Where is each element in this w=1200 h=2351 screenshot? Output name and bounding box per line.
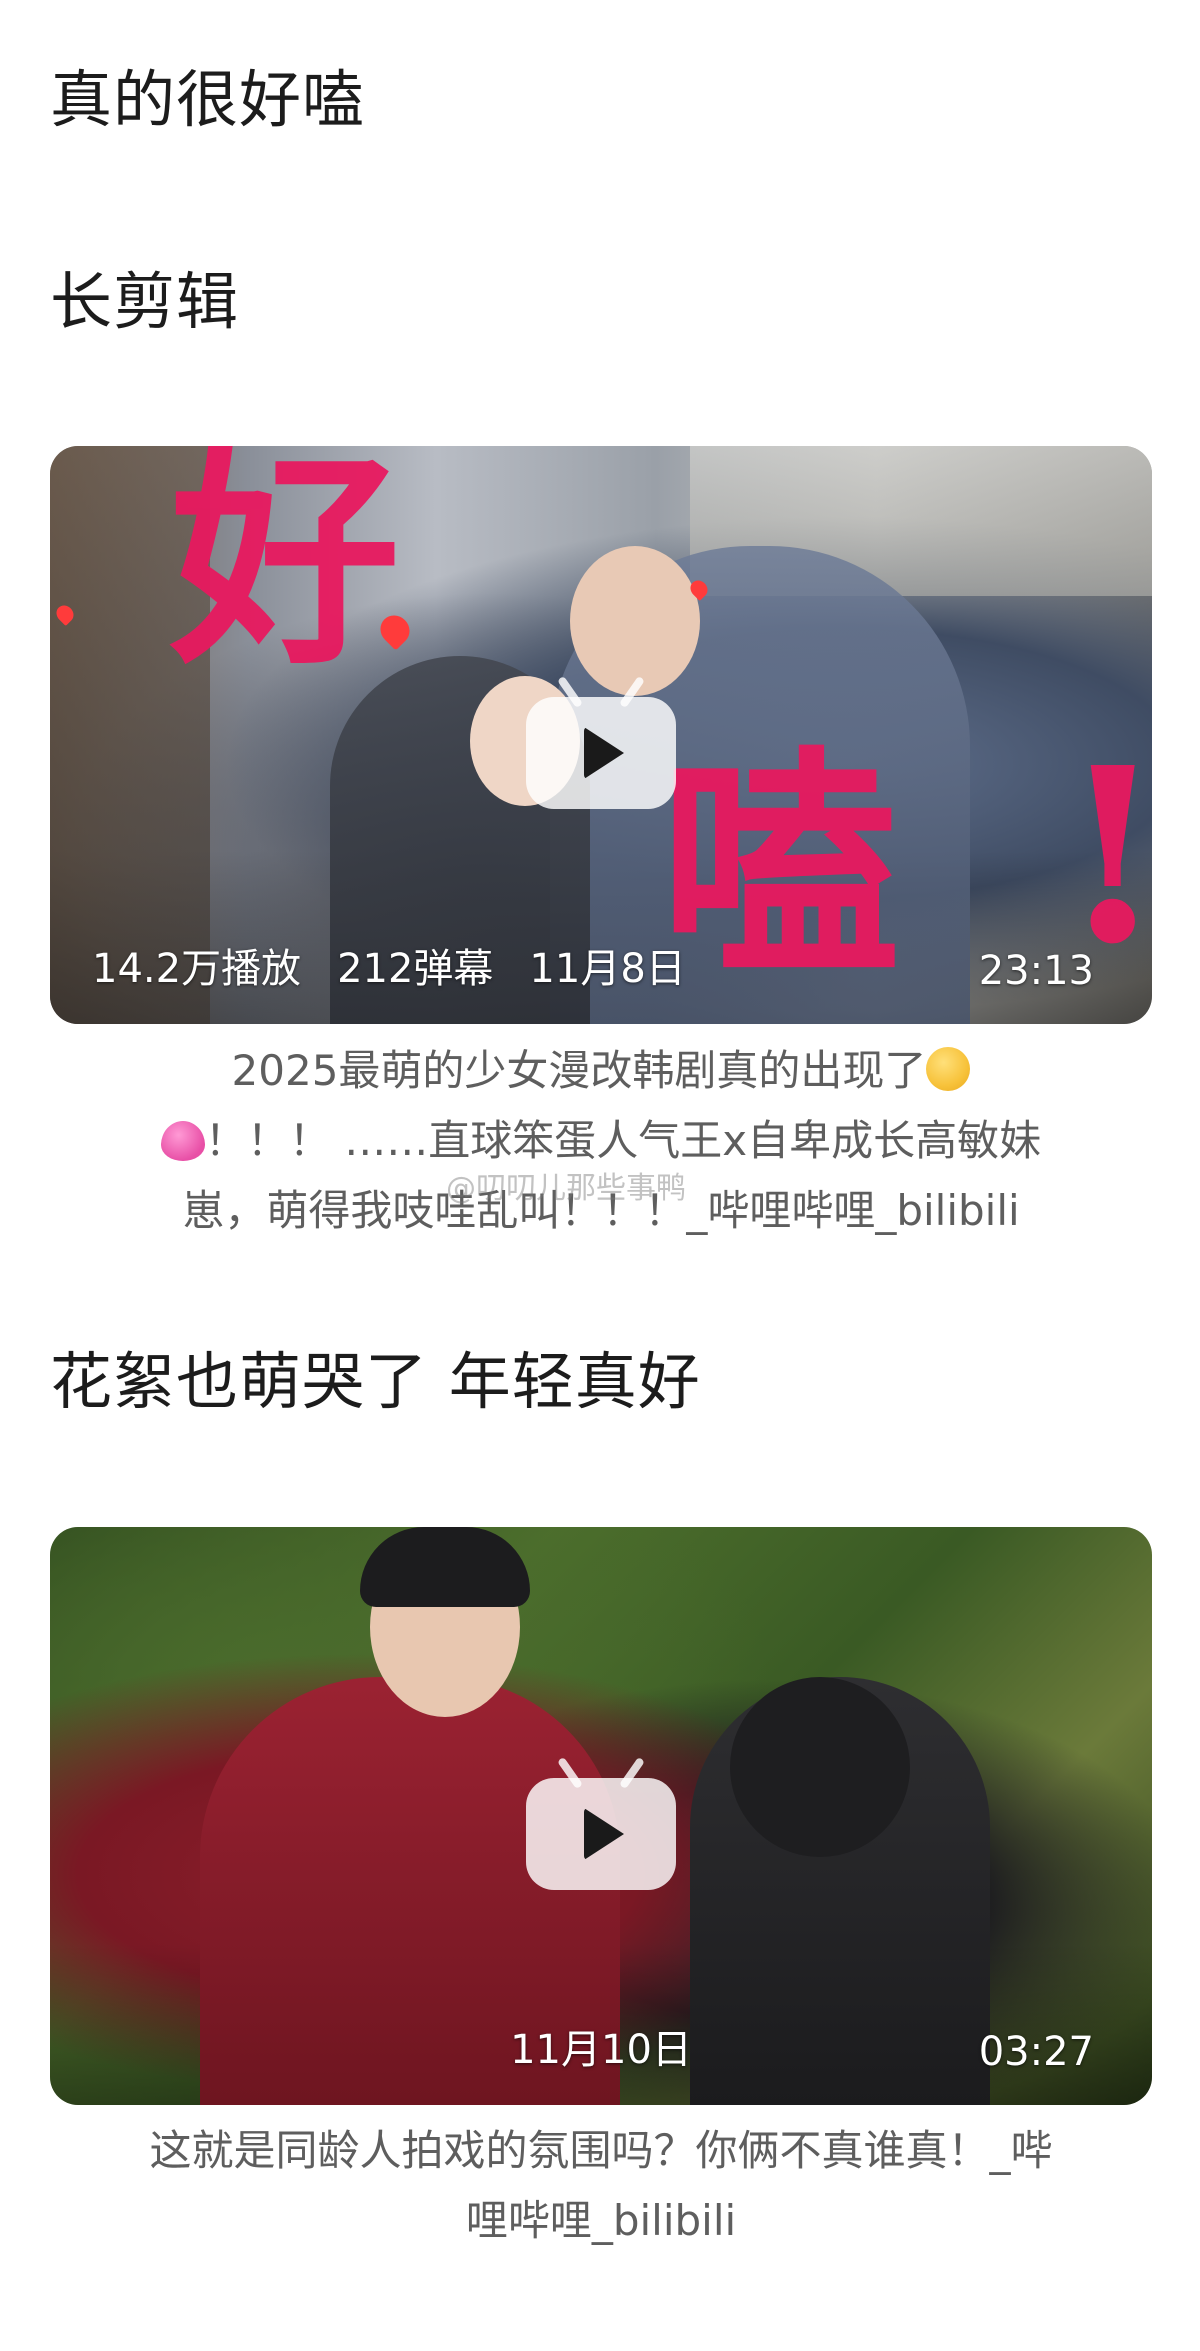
view-count: 14.2万播放 [92,946,302,992]
video-duration: 23:13 [978,948,1094,994]
video-card-behind-scenes[interactable]: 11月10日 03:27 [50,1527,1152,2105]
play-triangle-icon [584,1808,624,1860]
pleading-face-emoji-icon [926,1047,971,1091]
scene-hair-1 [360,1527,530,1607]
section-heading-behind-scenes: 花絮也萌哭了 年轻真好 [50,1345,701,1418]
publish-date: 11月8日 [529,946,686,992]
video-caption[interactable]: 2025最萌的少女漫改韩剧真的出现了 ！！！ ……直球笨蛋人气王x自卑成长高敏妹… [50,1036,1152,1246]
scene-hair-2 [730,1677,910,1857]
thumbnail-overlay-text-top: 好 [170,446,401,696]
play-icon[interactable] [526,1778,676,1890]
section-heading-long-clip: 长剪辑 [50,265,240,338]
danmaku-count: 212弹幕 [337,946,494,992]
play-triangle-icon [584,727,624,779]
caption-line: 崽，萌得我吱哇乱叫！！！_哔哩哔哩_bilibili [182,1186,1020,1235]
pink-heart-emoji-icon [160,1121,205,1161]
play-icon[interactable] [526,697,676,809]
video-card-long-clip[interactable]: 好 嗑 ! 14.2万播放212弹幕11月8日 23:13 [50,446,1152,1024]
caption-line: 这就是同龄人拍戏的氛围吗？你俩不真谁真！_哔 [149,2126,1053,2175]
video-duration: 03:27 [978,2029,1094,2075]
caption-line: 2025最萌的少女漫改韩剧真的出现了 [231,1046,927,1095]
thumbnail-overlay-exclaim: ! [1060,736,1152,976]
caption-line: ！！！ ……直球笨蛋人气王x自卑成长高敏妹 [204,1116,1042,1165]
caption-line: 哩哔哩_bilibili [465,2196,737,2245]
video-stats: 14.2万播放 212弹幕 11月8日 [92,936,722,994]
page-title: 真的很好嗑 [50,63,366,136]
video-caption[interactable]: 这就是同龄人拍戏的氛围吗？你俩不真谁真！_哔 哩哔哩_bilibili [50,2116,1152,2256]
scene-face-1 [570,546,700,696]
